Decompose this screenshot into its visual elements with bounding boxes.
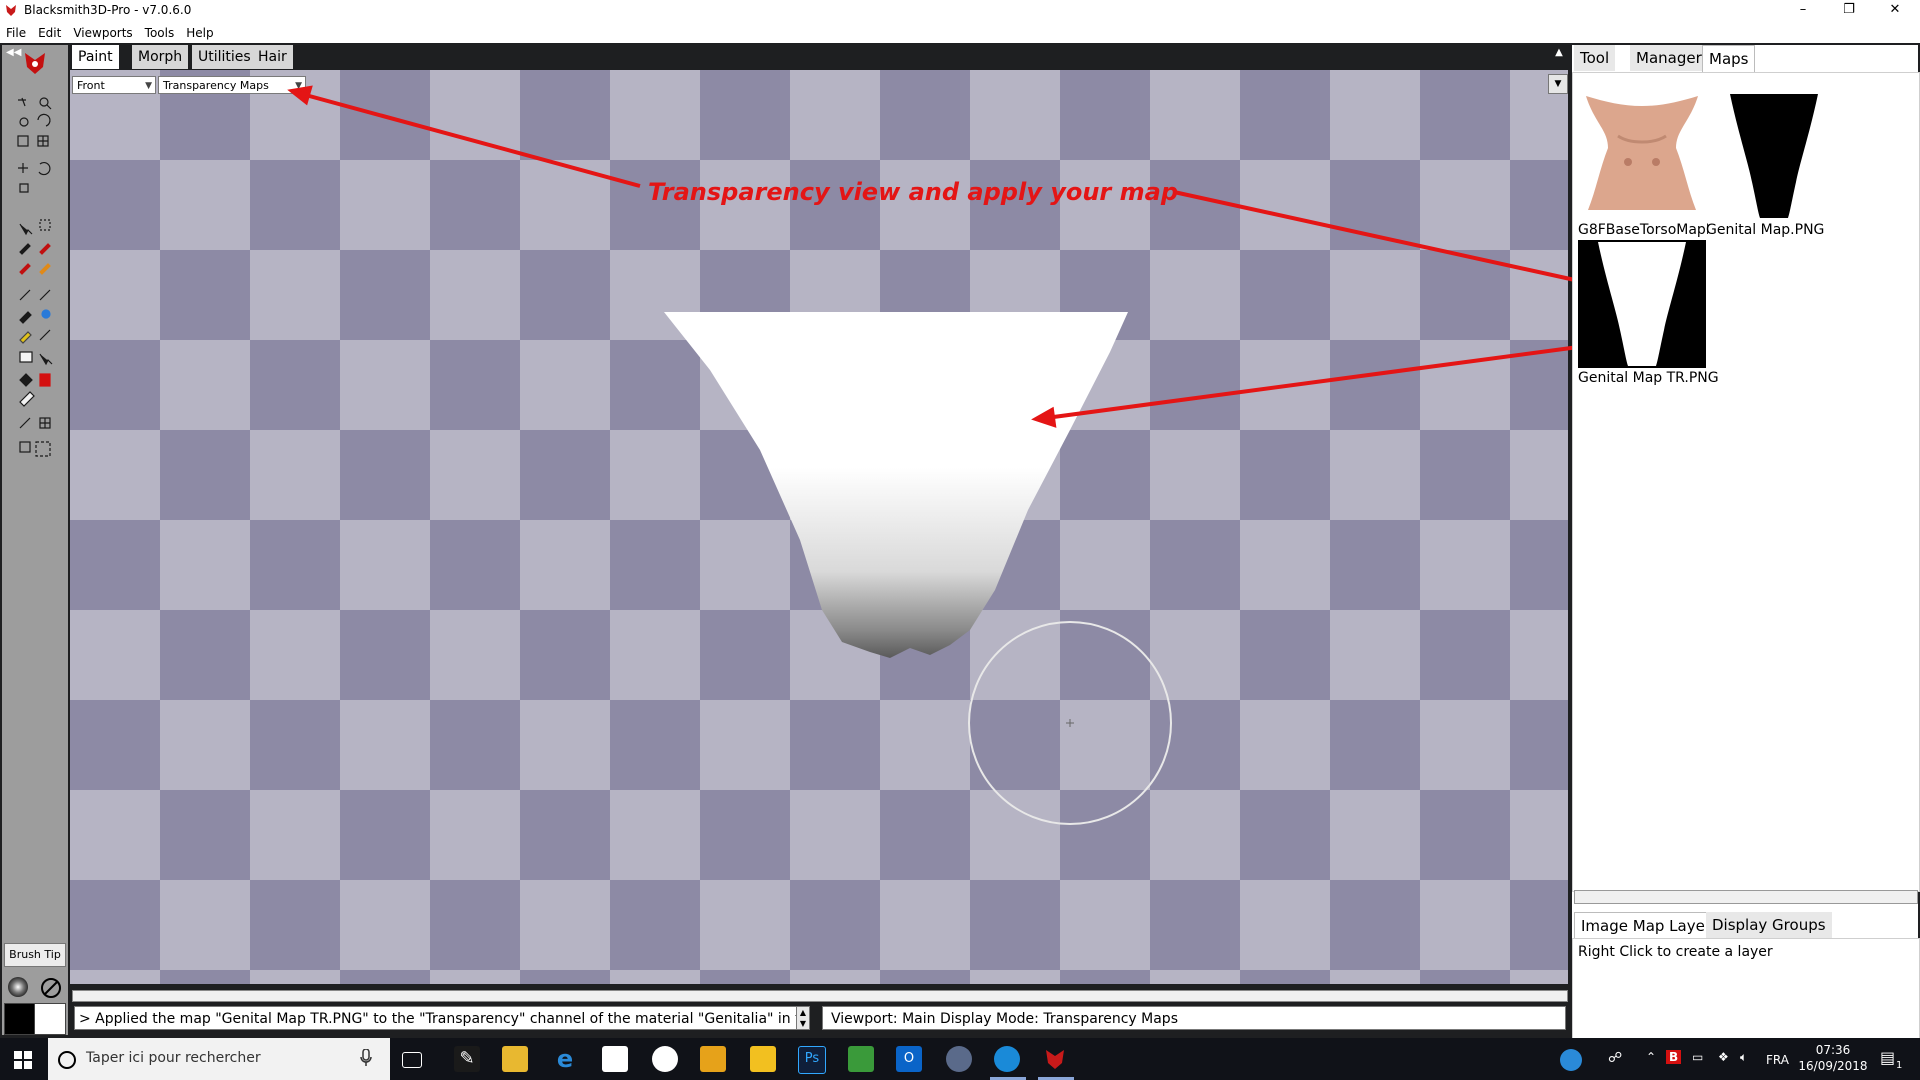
collapse-right-icon[interactable]: ▶▶ bbox=[1900, 45, 1915, 56]
blacksmith-taskbar-icon[interactable] bbox=[1042, 1046, 1068, 1072]
chevron-up-icon[interactable]: ⌃ bbox=[1646, 1050, 1656, 1064]
progress-bar bbox=[72, 990, 1568, 1002]
solitaire-icon[interactable] bbox=[652, 1046, 678, 1072]
tab-tool[interactable]: Tool bbox=[1574, 45, 1616, 71]
search-placeholder: Taper ici pour rechercher bbox=[86, 1050, 261, 1066]
edge-browser-icon[interactable]: e bbox=[552, 1046, 578, 1072]
help-tray-icon[interactable] bbox=[1560, 1049, 1582, 1071]
viewport-status: Viewport: Main Display Mode: Transparenc… bbox=[822, 1006, 1566, 1030]
tiles-app-icon[interactable] bbox=[750, 1046, 776, 1072]
map-label: Genital Map TR.PNG bbox=[1578, 370, 1719, 386]
antivirus-icon[interactable]: B bbox=[1666, 1050, 1682, 1064]
map-label: G8FBaseTorsoMapD bbox=[1578, 222, 1708, 238]
maps-scrollbar[interactable] bbox=[1574, 890, 1918, 904]
file-explorer-icon[interactable] bbox=[502, 1046, 528, 1072]
task-view-icon[interactable] bbox=[402, 1052, 422, 1068]
store-icon[interactable] bbox=[602, 1046, 628, 1072]
windows-start-icon[interactable] bbox=[14, 1051, 32, 1069]
volume-icon[interactable]: 🔈︎ bbox=[1740, 1050, 1747, 1065]
people-icon[interactable]: ☍ bbox=[1608, 1050, 1622, 1066]
quill-app-icon[interactable]: ✎ bbox=[454, 1046, 480, 1072]
language-indicator[interactable]: FRA bbox=[1766, 1053, 1789, 1067]
taskbar-clock[interactable]: 07:36 16/09/2018 bbox=[1792, 1042, 1874, 1074]
dropbox-icon[interactable]: ❖ bbox=[1718, 1050, 1729, 1064]
outlook-icon[interactable]: O bbox=[896, 1046, 922, 1072]
torso-map-thumbnail[interactable] bbox=[1578, 92, 1706, 220]
nvidia-icon[interactable] bbox=[848, 1046, 874, 1072]
clock-time: 07:36 bbox=[1815, 1043, 1851, 1057]
media-player-icon[interactable] bbox=[700, 1046, 726, 1072]
status-message: > Applied the map "Genital Map TR.PNG" t… bbox=[74, 1006, 802, 1030]
genital-map-thumbnail[interactable] bbox=[1710, 92, 1838, 220]
layers-hint: Right Click to create a layer bbox=[1578, 944, 1773, 960]
network-icon[interactable]: ▭ bbox=[1692, 1050, 1703, 1064]
tab-image-map-layers[interactable]: Image Map Layers bbox=[1574, 912, 1726, 939]
photoshop-icon[interactable]: Ps bbox=[798, 1046, 826, 1074]
tab-maps[interactable]: Maps bbox=[1702, 45, 1756, 72]
genital-map-tr-thumbnail[interactable] bbox=[1578, 240, 1706, 368]
taskbar-search[interactable]: Taper ici pour rechercher bbox=[48, 1038, 390, 1080]
notifications-icon[interactable]: ▤ bbox=[1880, 1048, 1895, 1067]
status-scroll-arrows[interactable]: ▲ ▼ bbox=[796, 1006, 810, 1030]
daz-studio-icon[interactable] bbox=[946, 1046, 972, 1072]
map-label: Genital Map.PNG bbox=[1706, 222, 1825, 238]
browser-app-icon[interactable] bbox=[994, 1046, 1020, 1072]
annotation-text: Transparency view and apply your map bbox=[648, 178, 1179, 206]
tab-display-groups[interactable]: Display Groups bbox=[1706, 912, 1832, 938]
notification-count: 1 bbox=[1896, 1060, 1903, 1071]
search-icon bbox=[58, 1051, 76, 1069]
clock-date: 16/09/2018 bbox=[1798, 1059, 1868, 1073]
microphone-icon[interactable] bbox=[360, 1049, 372, 1067]
tab-manager[interactable]: Manager bbox=[1630, 45, 1708, 71]
